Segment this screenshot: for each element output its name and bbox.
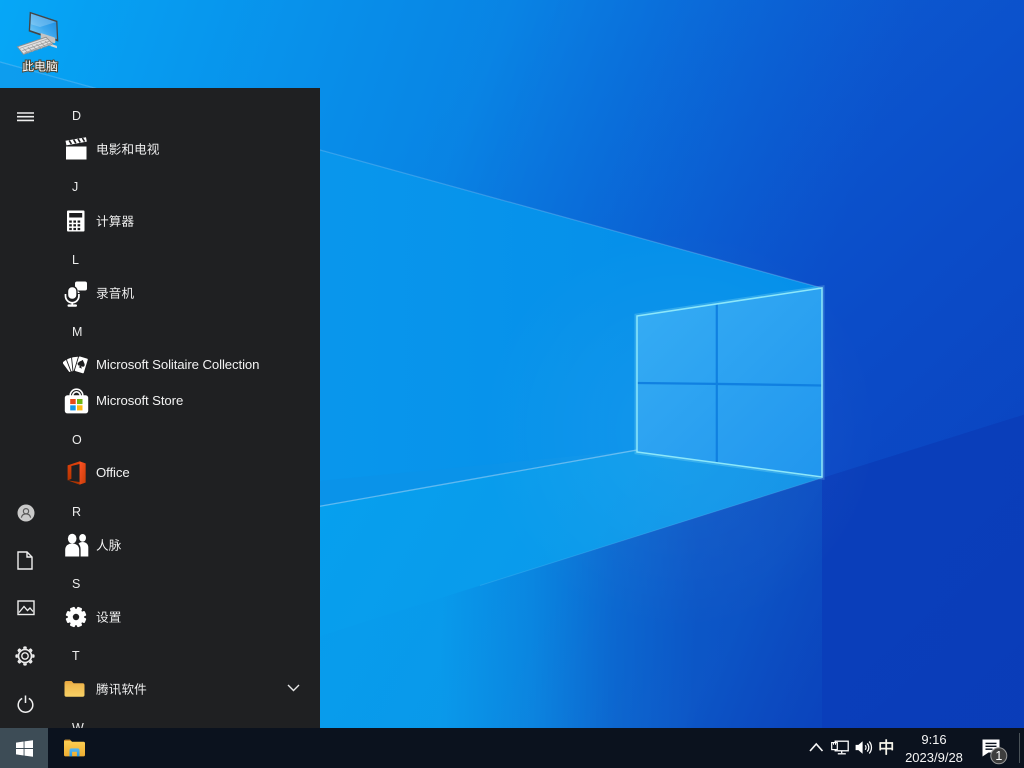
svg-text:1: 1 xyxy=(995,749,1002,763)
